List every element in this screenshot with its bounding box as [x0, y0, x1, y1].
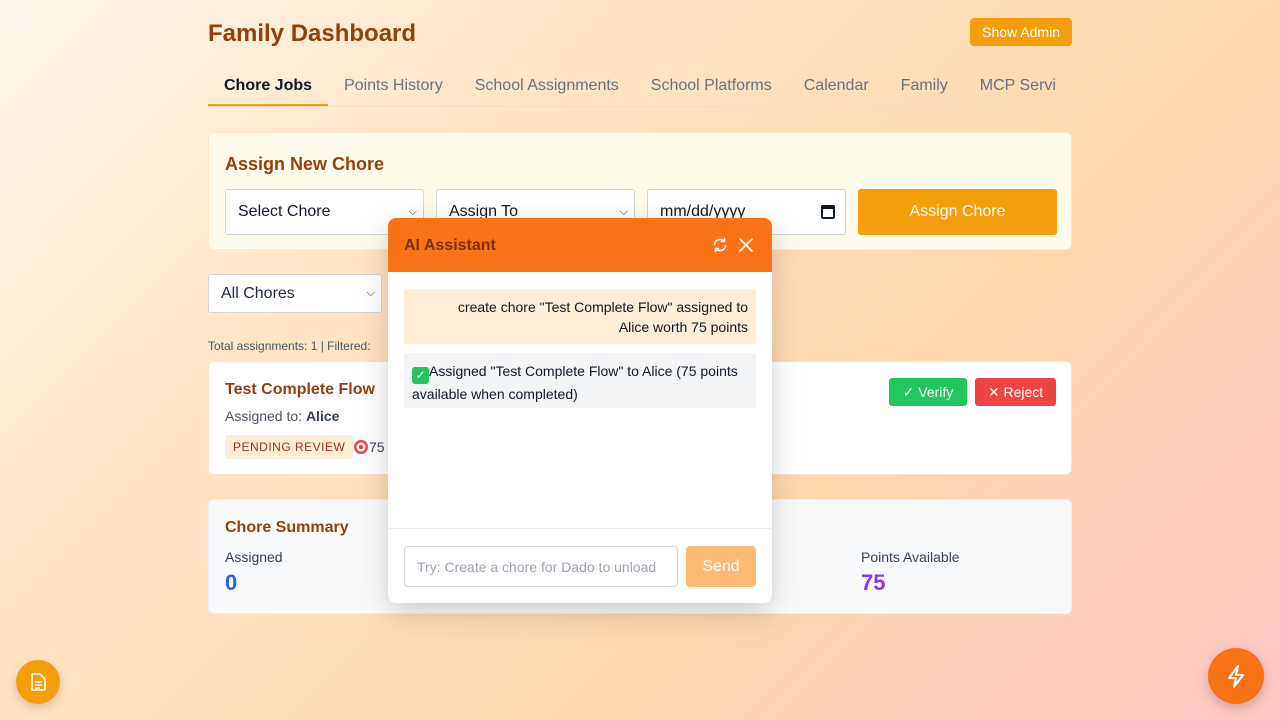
- assignee-name: Alice: [305, 408, 340, 424]
- tab-school-assignments[interactable]: School Assignments: [459, 66, 635, 106]
- points-available-label: Points Available: [861, 549, 960, 565]
- chore-assignee: Assigned to: Alice: [225, 408, 340, 424]
- assistant-message-text: Assigned "Test Complete Flow" to Alice (…: [412, 363, 738, 402]
- target-icon: [354, 440, 368, 454]
- summary-title: Chore Summary: [225, 519, 349, 536]
- refresh-icon[interactable]: [711, 236, 729, 254]
- document-fab[interactable]: [16, 660, 60, 704]
- tab-mcp-servers[interactable]: MCP Servi: [964, 66, 1072, 106]
- assigned-value: 0: [225, 570, 238, 595]
- close-icon[interactable]: [737, 236, 755, 254]
- points-value: 75: [369, 439, 385, 455]
- ai-input-area: Send: [388, 528, 772, 603]
- assign-chore-title: Assign New Chore: [225, 154, 385, 174]
- send-button[interactable]: Send: [686, 546, 756, 587]
- tab-family[interactable]: Family: [885, 66, 964, 106]
- chore-select-value: Select Chore: [238, 203, 331, 220]
- points-available-value: 75: [861, 570, 886, 595]
- ai-assistant-fab[interactable]: [1208, 648, 1264, 704]
- verify-button[interactable]: ✓ Verify: [889, 378, 967, 406]
- tab-bar: Chore Jobs Points History School Assignmen…: [208, 66, 1072, 107]
- tab-points-history[interactable]: Points History: [328, 66, 459, 106]
- check-icon: ✓: [412, 367, 429, 384]
- chore-title: Test Complete Flow: [225, 381, 375, 398]
- user-message: create chore "Test Complete Flow" assign…: [404, 289, 756, 344]
- chore-filter-value: All Chores: [221, 285, 295, 302]
- chore-filter-select[interactable]: All Chores ⌵: [208, 274, 382, 313]
- tab-school-platforms[interactable]: School Platforms: [635, 66, 788, 106]
- assignment-totals: Total assignments: 1 | Filtered:: [208, 339, 371, 353]
- ai-assistant-modal: AI Assistant create chore "Test Complete…: [388, 218, 772, 603]
- assigned-label: Assigned: [225, 549, 283, 565]
- ai-assistant-title: AI Assistant: [404, 237, 496, 254]
- chevron-down-icon: ⌵: [366, 287, 375, 299]
- ai-chat-input[interactable]: [404, 546, 678, 587]
- show-admin-button[interactable]: Show Admin: [970, 18, 1072, 46]
- header: Family Dashboard Show Admin: [208, 18, 1072, 48]
- lightning-icon: [1228, 665, 1244, 688]
- points-chip: 75: [353, 439, 385, 455]
- status-badge: PENDING REVIEW: [225, 435, 354, 459]
- ai-assistant-header: AI Assistant: [388, 218, 772, 272]
- calendar-icon[interactable]: [821, 205, 835, 219]
- tab-chore-jobs[interactable]: Chore Jobs: [208, 66, 329, 106]
- assistant-message: ✓ Assigned "Test Complete Flow" to Alice …: [404, 353, 756, 408]
- document-icon: [31, 673, 46, 691]
- page-title: Family Dashboard: [208, 20, 417, 47]
- reject-button[interactable]: ✕ Reject: [975, 378, 1056, 406]
- assign-chore-button[interactable]: Assign Chore: [858, 189, 1057, 235]
- tab-calendar[interactable]: Calendar: [788, 66, 885, 106]
